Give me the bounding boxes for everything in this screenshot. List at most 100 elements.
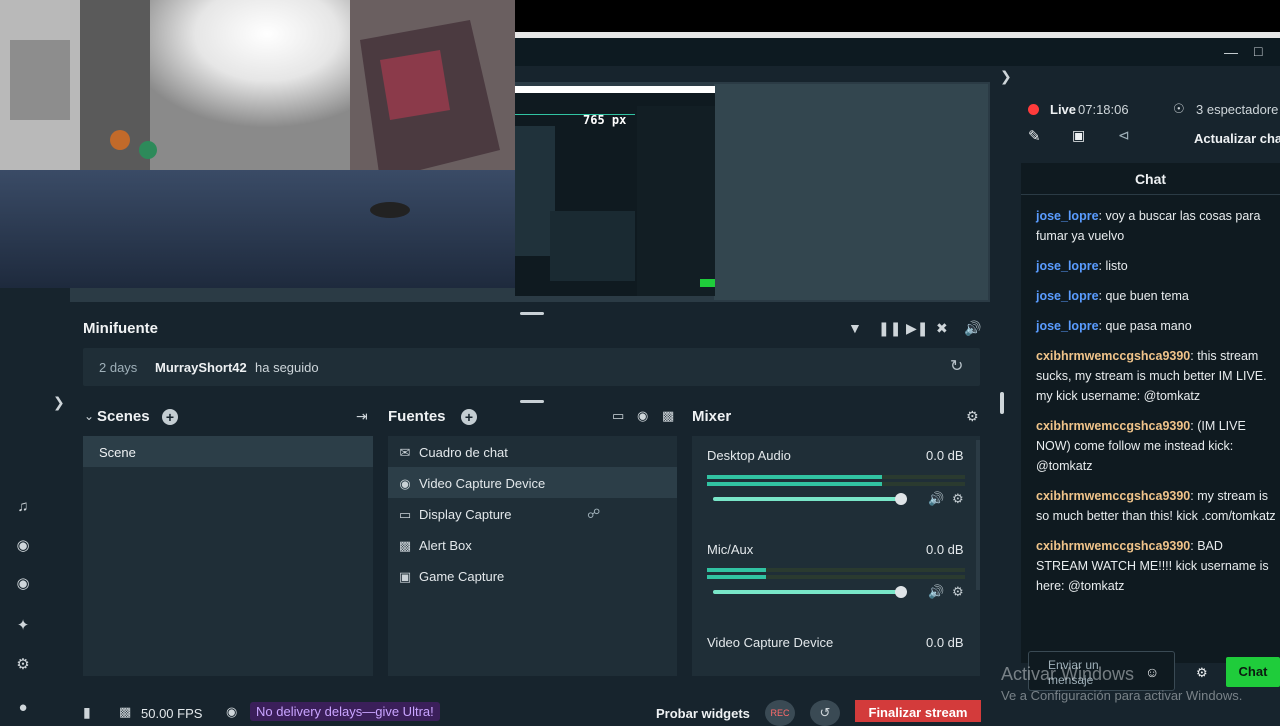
edit-stream-info-icon[interactable]: ✎ — [1028, 127, 1041, 145]
test-widgets-button[interactable]: Probar widgets — [656, 706, 750, 721]
chat-message: jose_lopre: que pasa mano — [1036, 316, 1276, 336]
source-label: Video Capture Device — [419, 476, 546, 491]
volume-slider[interactable] — [713, 497, 903, 501]
emoji-icon[interactable]: ☺ — [1145, 664, 1159, 680]
stats-icon[interactable]: ▮ — [83, 704, 91, 721]
source-label: Game Capture — [419, 569, 505, 584]
selective-recording-icon[interactable]: ▭ — [612, 408, 624, 424]
chat-divider — [1021, 194, 1280, 195]
settings-icon[interactable]: ⚙ — [12, 654, 34, 676]
chat-username[interactable]: cxibhrmwemccgshca9390 — [1036, 489, 1190, 503]
chat-send-button[interactable]: Chat — [1226, 657, 1280, 687]
skip-icon[interactable]: ▶❚ — [906, 320, 929, 337]
channel-settings-icon[interactable]: ⚙ — [952, 491, 964, 507]
mixer-channel-name: Video Capture Device — [707, 635, 834, 650]
expand-nav-chevron-icon[interactable]: ❯ — [53, 394, 65, 411]
chat-message: cxibhrmwemccgshca9390: this stream sucks… — [1036, 346, 1276, 406]
monitor-icon: ▭ — [398, 507, 412, 522]
resize-handle[interactable] — [520, 312, 544, 315]
lock-icon[interactable]: ☍ — [587, 506, 600, 522]
mixer-title: Mixer — [692, 408, 732, 425]
filter-icon[interactable]: ▼ — [848, 320, 862, 336]
source-label: Display Capture — [419, 507, 512, 522]
add-folder-icon[interactable]: ▩ — [662, 408, 674, 424]
maximize-icon[interactable]: □ — [1254, 43, 1262, 59]
chat-message: jose_lopre: voy a buscar las cosas para … — [1036, 206, 1276, 246]
speaker-icon[interactable]: 🔊 — [928, 491, 944, 507]
chat-username[interactable]: cxibhrmwemccgshca9390 — [1036, 349, 1190, 363]
channel-settings-icon[interactable]: ⚙ — [952, 584, 964, 600]
title-bar — [515, 38, 1280, 66]
notifications-icon[interactable]: ◉ — [226, 704, 237, 720]
audio-level-meter — [707, 568, 965, 572]
chat-text: : que pasa mano — [1098, 319, 1192, 333]
webcam-video-feed — [0, 0, 515, 288]
collapse-scenes-chevron-icon[interactable]: ⌄ — [84, 409, 94, 423]
chat-settings-icon[interactable]: ⚙ — [1196, 665, 1208, 681]
webcam-icon: ◉ — [399, 476, 411, 491]
record-button[interactable]: REC — [765, 700, 795, 726]
refresh-chat-button[interactable]: Actualizar cha — [1194, 131, 1280, 146]
source-label: Alert Box — [419, 538, 472, 553]
replay-alert-icon[interactable]: ↻ — [950, 356, 963, 376]
speaker-icon[interactable]: 🔊 — [928, 584, 944, 600]
chat-text: : listo — [1098, 259, 1128, 273]
end-stream-button[interactable]: Finalizar stream — [855, 700, 981, 722]
volume-icon[interactable]: 🔊 — [964, 320, 981, 337]
audio-level-meter — [707, 475, 965, 479]
volume-slider-knob[interactable] — [895, 586, 907, 598]
add-group-icon[interactable]: ◉ — [637, 408, 648, 424]
chat-message: jose_lopre: listo — [1036, 256, 1276, 276]
performance-icon: ▩ — [119, 704, 132, 719]
add-source-icon[interactable]: + — [461, 409, 477, 425]
share-icon[interactable]: ⊲ — [1118, 127, 1130, 144]
alert-box-icon: ▩ — [398, 538, 412, 553]
scene-item-label: Scene — [99, 445, 136, 460]
chat-username[interactable]: jose_lopre — [1036, 209, 1099, 223]
viewer-count: 3 espectadore — [1196, 102, 1279, 117]
collapse-chat-chevron-icon[interactable]: ❯ — [1000, 68, 1012, 85]
eye-icon: ☉ — [1173, 101, 1185, 116]
ultra-promo-link[interactable]: No delivery delays—give Ultra! — [250, 702, 440, 721]
widget-icon[interactable]: ◉ — [12, 535, 34, 557]
volume-slider-knob[interactable] — [895, 493, 907, 505]
replay-buffer-icon[interactable]: ↺ — [810, 700, 840, 726]
minimize-icon[interactable]: — — [1224, 44, 1238, 60]
chat-message: cxibhrmwemccgshca9390: (IM LIVE NOW) com… — [1036, 416, 1276, 476]
chat-title: Chat — [1134, 171, 1167, 187]
mixer-channel-db: 0.0 dB — [926, 635, 964, 650]
alert-action: ha seguido — [255, 360, 319, 375]
sources-title: Fuentes — [388, 408, 446, 425]
highlighter-icon[interactable]: ▣ — [1072, 127, 1085, 144]
scene-transitions-icon[interactable]: ⇥ — [356, 408, 368, 425]
chat-username[interactable]: cxibhrmwemccgshca9390 — [1036, 539, 1190, 553]
chat-message: cxibhrmwemccgshca9390: BAD STREAM WATCH … — [1036, 536, 1276, 596]
chat-username[interactable]: jose_lopre — [1036, 319, 1099, 333]
mixer-channel-name: Desktop Audio — [707, 448, 791, 463]
layout-scrollbar[interactable] — [1000, 392, 1004, 414]
mixer-settings-icon[interactable]: ⚙ — [966, 408, 979, 425]
volume-slider[interactable] — [713, 590, 903, 594]
add-scene-icon[interactable]: + — [162, 409, 178, 425]
pause-icon[interactable]: ❚❚ — [878, 320, 901, 337]
sparkles-icon[interactable]: ✦ — [12, 615, 34, 637]
live-indicator-icon — [1028, 104, 1039, 115]
integration-icon[interactable]: ◉ — [12, 573, 34, 595]
chat-username[interactable]: cxibhrmwemccgshca9390 — [1036, 419, 1190, 433]
mute-alerts-icon[interactable]: ✖ — [936, 320, 948, 337]
mixer-channel-db: 0.0 dB — [926, 448, 964, 463]
tiktok-icon[interactable]: ♫ — [12, 496, 34, 518]
chat-username[interactable]: jose_lopre — [1036, 259, 1099, 273]
mixer-scrollbar[interactable] — [976, 440, 980, 590]
scenes-title: Scenes — [97, 408, 150, 425]
chat-message: jose_lopre: que buen tema — [1036, 286, 1276, 306]
chat-username[interactable]: jose_lopre — [1036, 289, 1099, 303]
nested-preview: 765 px — [515, 86, 715, 296]
live-time: 07:18:06 — [1078, 102, 1129, 117]
footer-bar — [70, 696, 985, 720]
windows-activation-hint: Ve a Configuración para activar Windows. — [1001, 688, 1243, 703]
alert-age: 2 days — [99, 360, 138, 375]
mixer-channel-db: 0.0 dB — [926, 542, 964, 557]
resize-handle[interactable] — [520, 400, 544, 403]
profile-icon[interactable]: ● — [12, 697, 34, 719]
